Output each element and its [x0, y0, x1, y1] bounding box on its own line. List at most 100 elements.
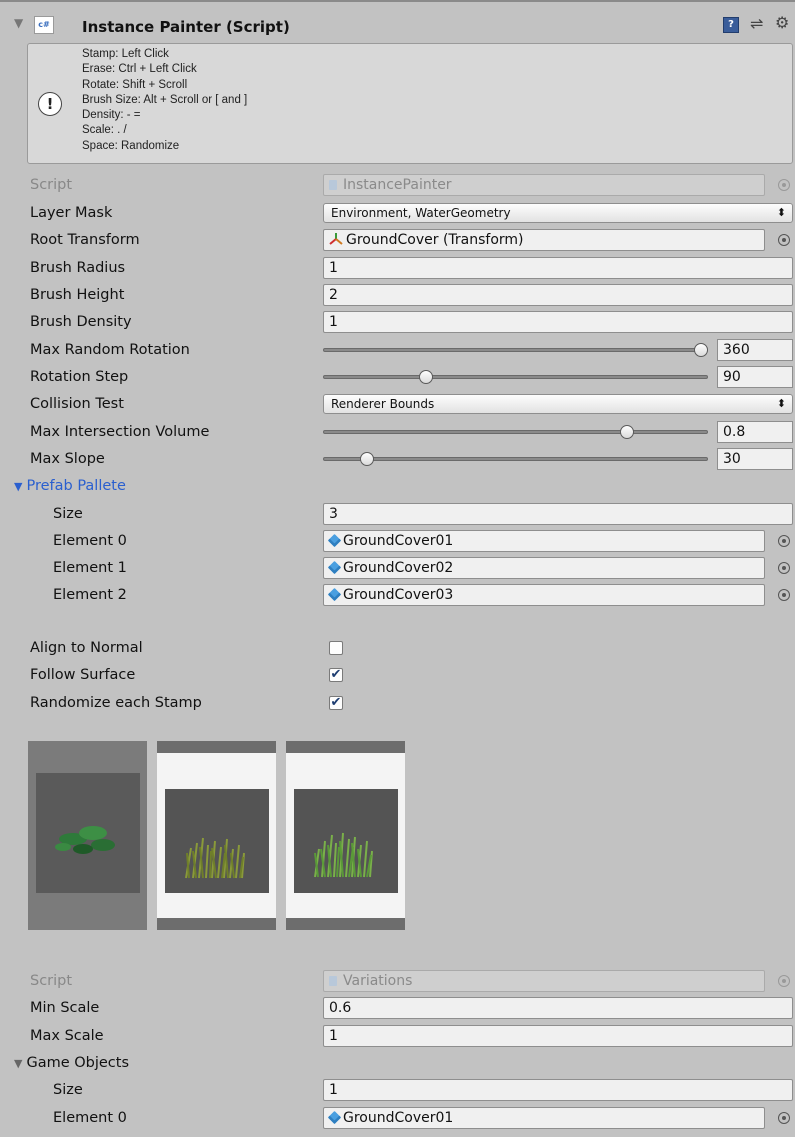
min-scale-label: Min Scale [30, 1000, 100, 1016]
script-label: Script [30, 177, 73, 193]
game-objects-element-value: GroundCover01 [343, 1110, 454, 1126]
layer-mask-value: Environment, WaterGeometry [331, 206, 511, 220]
max-slope-field[interactable]: 30 [717, 448, 793, 470]
collapse-arrow-icon[interactable]: ▼ [14, 16, 23, 30]
variations-script-label: Script [30, 973, 73, 989]
max-intersection-volume-thumb[interactable] [619, 425, 634, 439]
pallete-element-field[interactable]: GroundCover02 [323, 557, 765, 579]
fold-arrow-icon: ▼ [14, 480, 23, 493]
align-to-normal-checkbox[interactable] [329, 641, 343, 655]
prefab-cube-icon [327, 1110, 342, 1125]
pallete-element-value: GroundCover02 [343, 560, 454, 576]
min-scale-field[interactable]: 0.6 [323, 997, 793, 1019]
help-line: Scale: . / [82, 124, 127, 137]
root-transform-value: GroundCover (Transform) [346, 232, 524, 248]
max-random-rotation-track[interactable] [323, 348, 708, 352]
rotation-step-thumb[interactable] [419, 370, 434, 384]
object-picker-icon[interactable] [778, 1112, 790, 1124]
top-divider [0, 0, 795, 2]
help-line: Rotate: Shift + Scroll [82, 78, 188, 91]
prefab-preview-tile[interactable] [157, 741, 276, 930]
pallete-element-field[interactable]: GroundCover03 [323, 584, 765, 606]
script-value: InstancePainter [343, 177, 452, 193]
root-transform-label: Root Transform [30, 232, 140, 248]
prefab-preview-tile[interactable] [286, 741, 405, 930]
help-book-icon[interactable]: ? [723, 17, 739, 33]
object-picker-icon[interactable] [778, 179, 790, 191]
prefab-cube-icon [327, 533, 342, 548]
collision-test-dropdown[interactable]: Renderer Bounds ⬍ [323, 394, 793, 414]
prefab-cube-icon [327, 560, 342, 575]
game-objects-label: Game Objects [26, 1055, 130, 1071]
brush-radius-label: Brush Radius [30, 260, 126, 276]
dropdown-arrow-icon: ⬍ [776, 397, 786, 410]
game-objects-element-field[interactable]: GroundCover01 [323, 1107, 765, 1129]
max-random-rotation-field[interactable]: 360 [717, 339, 793, 361]
max-scale-field[interactable]: 1 [323, 1025, 793, 1047]
max-random-rotation-label: Max Random Rotation [30, 342, 190, 358]
randomize-each-stamp-checkbox[interactable]: ✔ [329, 696, 343, 710]
component-title: Instance Painter (Script) [82, 18, 290, 36]
brush-radius-field[interactable]: 1 [323, 257, 793, 279]
object-picker-icon[interactable] [778, 234, 790, 246]
rotation-step-label: Rotation Step [30, 369, 129, 385]
collision-test-value: Renderer Bounds [331, 397, 435, 411]
help-line: Brush Size: Alt + Scroll or [ and ] [82, 93, 248, 106]
prefab-pallete-foldout[interactable]: ▼ Prefab Pallete [14, 476, 126, 496]
max-slope-label: Max Slope [30, 451, 105, 467]
object-picker-icon[interactable] [778, 562, 790, 574]
max-slope-thumb[interactable] [360, 452, 375, 466]
max-slope-track[interactable] [323, 457, 708, 461]
rotation-step-field[interactable]: 90 [717, 366, 793, 388]
script-file-icon [329, 976, 337, 986]
root-transform-field[interactable]: GroundCover (Transform) [323, 229, 765, 251]
brush-height-label: Brush Height [30, 287, 125, 303]
help-line: Density: - = [82, 109, 141, 122]
pallete-element-field[interactable]: GroundCover01 [323, 530, 765, 552]
layer-mask-dropdown[interactable]: Environment, WaterGeometry ⬍ [323, 203, 793, 223]
object-picker-icon[interactable] [778, 535, 790, 547]
warning-icon: ! [38, 92, 62, 116]
presets-icon[interactable]: ⇌ [750, 14, 763, 33]
object-picker-icon[interactable] [778, 975, 790, 987]
help-line: Stamp: Left Click [82, 48, 169, 60]
script-file-icon [329, 180, 337, 190]
follow-surface-checkbox[interactable]: ✔ [329, 668, 343, 682]
max-intersection-volume-field[interactable]: 0.8 [717, 421, 793, 443]
transform-icon [329, 233, 343, 245]
game-objects-size-label: Size [53, 1082, 83, 1098]
max-intersection-volume-track[interactable] [323, 430, 708, 434]
pallete-element-label: Element 1 [53, 560, 127, 576]
ground-cover-leafy-plant [55, 826, 115, 854]
game-objects-foldout[interactable]: ▼ Game Objects [14, 1053, 129, 1073]
brush-density-field[interactable]: 1 [323, 311, 793, 333]
pallete-element-label: Element 2 [53, 587, 127, 603]
help-line: Space: Randomize [82, 139, 180, 152]
brush-height-field[interactable]: 2 [323, 284, 793, 306]
component-header[interactable]: ▼ c# Instance Painter (Script) ? ⇌ ⚙ [0, 4, 795, 40]
collision-test-label: Collision Test [30, 396, 124, 412]
csharp-script-icon: c# [34, 16, 54, 34]
brush-density-label: Brush Density [30, 314, 132, 330]
game-objects-size-field[interactable]: 1 [323, 1079, 793, 1101]
game-objects-element-label: Element 0 [53, 1110, 127, 1126]
pallete-size-field[interactable]: 3 [323, 503, 793, 525]
dropdown-arrow-icon: ⬍ [776, 206, 786, 219]
help-text: Stamp: Left Click Erase: Ctrl + Left Cli… [82, 47, 247, 154]
layer-mask-label: Layer Mask [30, 205, 113, 221]
pallete-element-value: GroundCover01 [343, 533, 454, 549]
fold-arrow-icon: ▼ [14, 1057, 23, 1070]
align-to-normal-label: Align to Normal [30, 640, 143, 656]
variations-script-field[interactable]: Variations [323, 970, 765, 992]
gear-icon[interactable]: ⚙ [775, 13, 789, 32]
script-field[interactable]: InstancePainter [323, 174, 765, 196]
pallete-element-label: Element 0 [53, 533, 127, 549]
pallete-element-value: GroundCover03 [343, 587, 454, 603]
ground-cover-grass-dry [185, 837, 245, 879]
max-random-rotation-thumb[interactable] [694, 343, 708, 357]
rotation-step-track[interactable] [323, 375, 708, 379]
object-picker-icon[interactable] [778, 589, 790, 601]
prefab-preview-tile[interactable] [28, 741, 147, 930]
ground-cover-grass-green [314, 832, 373, 878]
randomize-each-stamp-label: Randomize each Stamp [30, 695, 202, 711]
